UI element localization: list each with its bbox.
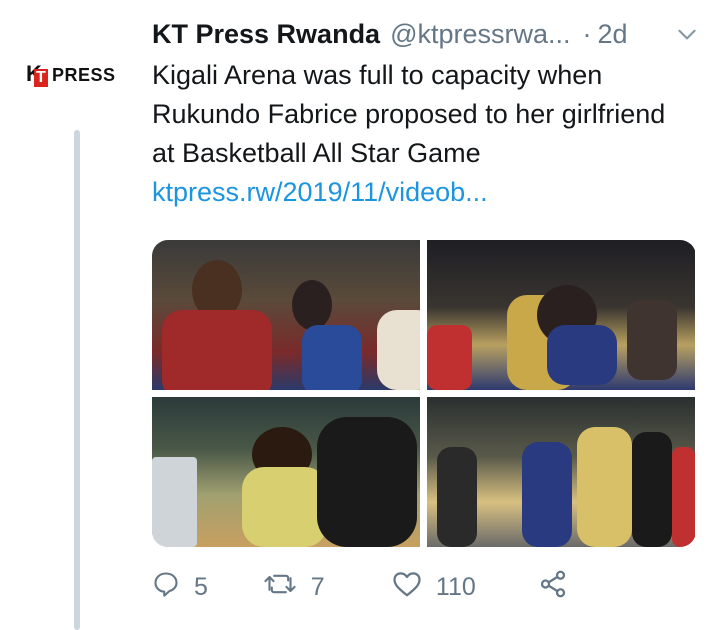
ktpress-logo-text: PRESS	[52, 64, 116, 85]
tweet-header: KT Press Rwanda @ktpressrwa... · 2d	[152, 14, 700, 54]
share-button[interactable]	[538, 569, 582, 606]
like-button[interactable]: 110	[392, 570, 498, 605]
reply-button[interactable]: 5	[152, 570, 223, 605]
media-photo-1[interactable]	[152, 240, 420, 390]
tweet-body: Kigali Arena was full to capacity when R…	[152, 56, 692, 212]
tweet-text: Kigali Arena was full to capacity when R…	[152, 60, 666, 168]
timestamp[interactable]: 2d	[598, 19, 628, 50]
media-photo-2[interactable]	[427, 240, 695, 390]
chevron-down-icon[interactable]	[674, 21, 700, 47]
thread-line	[74, 130, 80, 630]
separator-dot: ·	[582, 18, 592, 49]
ktpress-logo: K T	[26, 61, 48, 87]
share-icon	[538, 569, 582, 606]
retweet-icon	[263, 570, 311, 605]
author-name[interactable]: KT Press Rwanda	[152, 19, 380, 50]
retweet-count: 7	[310, 572, 325, 601]
avatar[interactable]: K T PRESS	[24, 55, 134, 95]
retweet-button[interactable]: 7	[263, 570, 352, 605]
like-count: 110	[435, 572, 476, 601]
tweet-link[interactable]: ktpress.rw/2019/11/videob...	[152, 173, 692, 212]
author-handle[interactable]: @ktpressrwa...	[390, 19, 570, 50]
media-grid	[152, 240, 696, 547]
reply-count: 5	[194, 572, 208, 601]
reply-icon	[152, 570, 194, 605]
heart-icon	[392, 570, 436, 605]
media-photo-3[interactable]	[152, 397, 420, 547]
media-photo-4[interactable]	[427, 397, 695, 547]
tweet-actions: 5 7 110	[152, 565, 622, 609]
